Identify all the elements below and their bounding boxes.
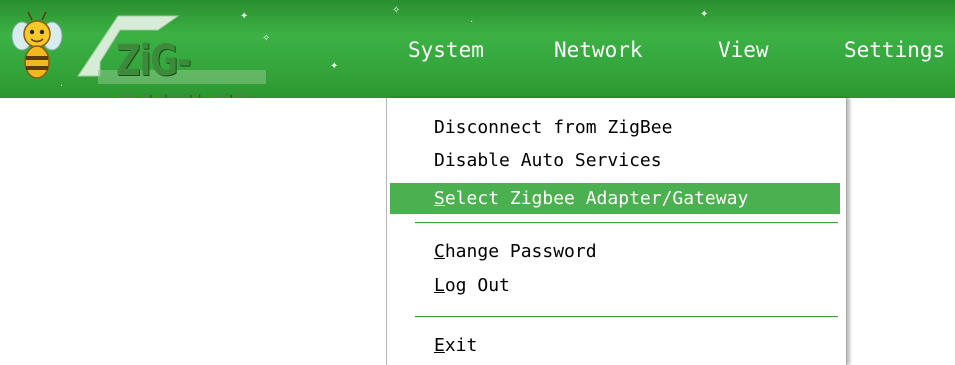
menu-item-mnemonic: L: [434, 275, 445, 296]
menu-item-label: xit: [444, 335, 478, 356]
app-logo: ZiG-BUTLER: [8, 10, 308, 98]
menu-settings[interactable]: Settings: [844, 38, 945, 78]
menu-settings-label: Settings: [844, 38, 946, 62]
menu-item-log-out[interactable]: Log Out: [390, 270, 840, 301]
menu-network[interactable]: Network: [554, 38, 643, 78]
menu-view-label: View: [718, 38, 769, 62]
system-dropdown-menu: Disconnect from ZigBee Disable Auto Serv…: [386, 98, 847, 365]
menu-item-select-adapter[interactable]: Select Zigbee Adapter/Gateway: [390, 183, 840, 214]
menu-item-label: og Out: [444, 275, 510, 296]
app-header: ✦ ✧ ✦ ✧ · ✦ · ZiG-BUTLER: [0, 0, 955, 98]
sparkle-decoration: ✦: [330, 61, 339, 72]
menu-item-label: Disconnect from ZigBee: [434, 117, 673, 138]
menu-network-label: Network: [554, 38, 643, 62]
menu-item-mnemonic: E: [434, 335, 445, 356]
menu-view[interactable]: View: [718, 38, 769, 78]
menu-item-label: hange Password: [444, 241, 597, 262]
menu-item-disable-auto-services[interactable]: Disable Auto Services: [390, 145, 840, 176]
sparkle-decoration: ·: [470, 17, 474, 28]
menu-item-mnemonic: C: [434, 241, 445, 262]
menu-item-mnemonic: S: [434, 188, 445, 209]
menu-item-exit[interactable]: Exit: [390, 330, 840, 361]
sparkle-decoration: ✦: [700, 9, 709, 20]
menu-separator: [415, 316, 838, 318]
bee-mascot-icon: [11, 11, 63, 79]
menu-item-label: Disable Auto Services: [434, 150, 662, 171]
menu-system[interactable]: System: [408, 38, 484, 78]
menu-system-label: System: [408, 38, 484, 62]
menu-separator: [415, 222, 838, 224]
menu-item-label: elect Zigbee Adapter/Gateway: [444, 188, 749, 209]
menu-item-change-password[interactable]: Change Password: [390, 236, 840, 267]
menu-item-disconnect[interactable]: Disconnect from ZigBee: [390, 112, 840, 143]
logo-wordmark: ZiG-BUTLER: [116, 36, 259, 98]
sparkle-decoration: ✧: [392, 5, 401, 16]
